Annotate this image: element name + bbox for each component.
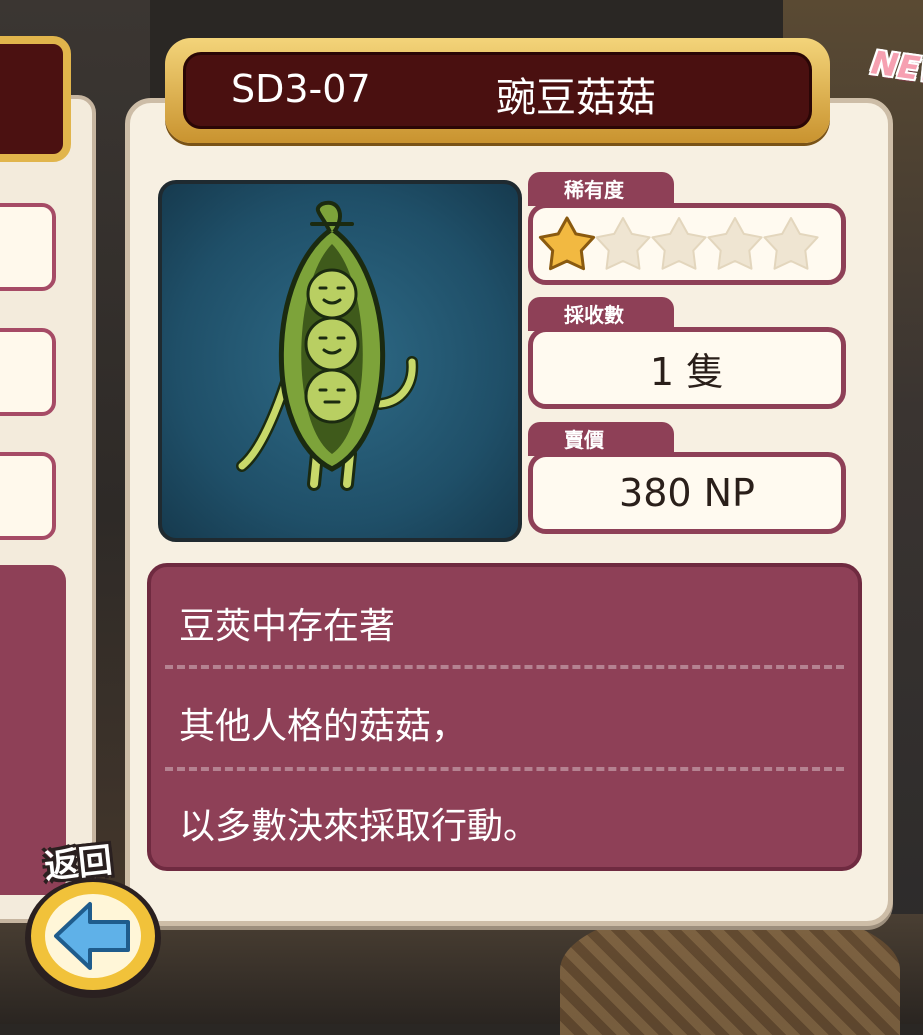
rarity-star-row: [538, 216, 819, 271]
card-title-bar: SD3-07 豌豆菇菇 NEW!: [165, 38, 923, 143]
back-button[interactable]: 返回: [18, 838, 168, 998]
star-empty-icon: [763, 217, 819, 270]
description-divider: [165, 767, 844, 771]
pea-pod-mushroom-illustration: [236, 200, 419, 491]
description-divider: [165, 665, 844, 669]
harvest-value: 1 隻: [528, 327, 846, 409]
star-empty-icon: [595, 217, 651, 270]
harvest-label: 採收數: [528, 297, 674, 331]
price-label: 賣價: [528, 422, 674, 456]
mushroom-portrait: [158, 180, 522, 542]
rarity-label: 稀有度: [528, 172, 674, 206]
rarity-stars: [528, 203, 846, 285]
previous-card-title: [0, 36, 71, 162]
star-filled-icon: [538, 216, 596, 271]
description-panel: 豆莢中存在著 其他人格的菇菇， 以多數決來採取行動。: [147, 563, 862, 871]
description-line-3: 以多數決來採取行動。: [179, 806, 540, 847]
previous-card-harvest: [0, 328, 56, 416]
description-line-1: 豆莢中存在著: [179, 606, 396, 647]
card-title-inner: SD3-07 豌豆菇菇: [183, 52, 812, 129]
card-name: 豌豆菇菇: [496, 75, 656, 121]
card-id: SD3-07: [231, 67, 371, 111]
previous-card-price: [0, 452, 56, 540]
previous-card-rarity: [0, 203, 56, 291]
price-value: 380 NP: [528, 452, 846, 534]
description-line-2: 其他人格的菇菇，: [179, 706, 468, 747]
back-button-label: 返回: [42, 840, 115, 888]
star-empty-icon: [651, 217, 707, 270]
star-empty-icon: [707, 217, 763, 270]
